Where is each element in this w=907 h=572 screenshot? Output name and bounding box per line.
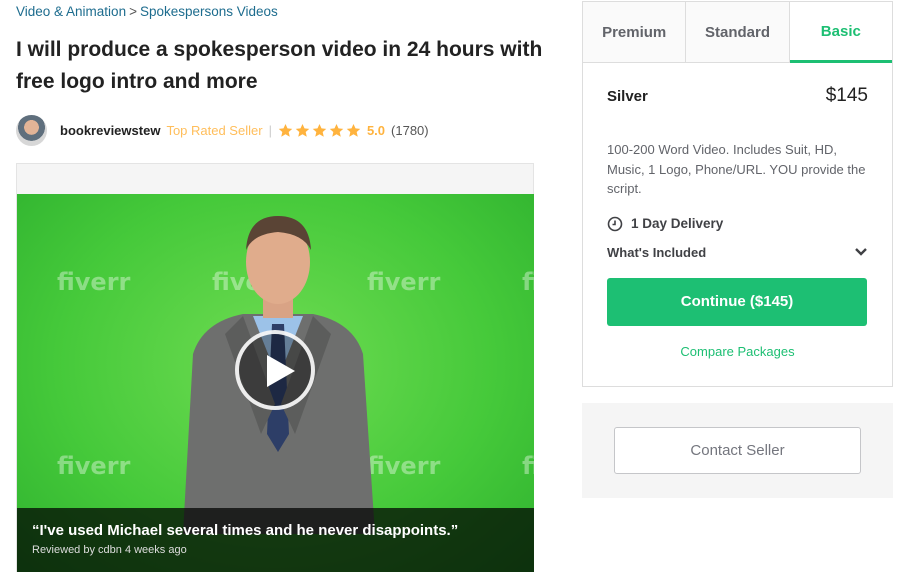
breadcrumb-link-video-animation[interactable]: Video & Animation [16,4,126,19]
breadcrumb-link-spokespersons[interactable]: Spokespersons Videos [140,4,278,19]
whats-included-toggle[interactable]: What's Included [583,245,892,260]
tab-basic[interactable]: Basic [789,2,892,63]
video-player[interactable]: fiverr fiverr fiverr fiverr fiverr fiver… [17,194,534,572]
star-icon [312,123,327,137]
tab-standard[interactable]: Standard [686,2,790,62]
watermark: fiverr [522,268,534,296]
play-button[interactable] [235,330,315,410]
gig-title: I will produce a spokesperson video in 2… [16,38,543,93]
contact-seller-panel: Contact Seller [582,403,893,498]
contact-seller-button[interactable]: Contact Seller [614,427,861,474]
package-name: Silver [607,87,648,105]
compare-packages-link[interactable]: Compare Packages [583,344,892,359]
delivery-time: 1 Day Delivery [583,216,892,232]
avatar[interactable] [16,114,47,146]
watermark: fiverr [57,452,131,480]
star-icon [278,123,293,137]
watermark: fiverr [57,268,131,296]
tab-premium[interactable]: Premium [583,2,687,62]
chevron-down-icon [855,248,867,256]
continue-button[interactable]: Continue ($145) [607,277,867,326]
package-header: Silver $145 [583,63,892,129]
seller-name-link[interactable]: bookreviewstew [60,123,160,138]
caption-footer [17,562,534,572]
clock-icon [607,216,623,231]
breadcrumb-separator: > [129,4,137,19]
rating-score: 5.0 [366,122,386,138]
star-icon [295,123,310,137]
whats-included-label: What's Included [607,244,707,260]
seller-level-badge: Top Rated Seller [166,122,263,138]
watermark: fiverr [522,452,534,480]
delivery-label: 1 Day Delivery [631,216,724,231]
review-meta: Reviewed by cdbn 4 weeks ago [17,544,534,562]
star-icon [346,123,361,137]
review-quote: “I've used Michael several times and he … [17,508,534,544]
play-icon [267,355,295,387]
package-price: $145 [825,85,868,106]
ratings-count[interactable]: (1780) [391,123,429,138]
star-icon [329,123,344,137]
star-rating [278,123,361,138]
package-tabs: Premium Standard Basic [583,2,892,63]
seller-overview: bookreviewstew Top Rated Seller | 5.0 (1… [16,114,429,146]
packages-panel: Premium Standard Basic Silver $145 100-2… [582,1,893,387]
package-description: 100-200 Word Video. Includes Suit, HD, M… [607,142,866,196]
breadcrumb: Video & Animation > Spokespersons Videos [16,4,278,19]
divider: | [268,122,272,138]
